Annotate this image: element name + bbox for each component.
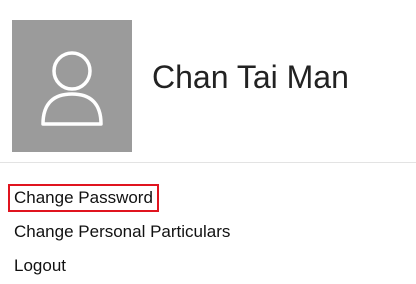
menu-item-logout: Logout	[8, 250, 236, 284]
user-outline-icon	[37, 44, 107, 128]
logout-link[interactable]: Logout	[8, 252, 72, 280]
account-menu: Change Password Change Personal Particul…	[8, 182, 236, 284]
profile-header: Chan Tai Man	[0, 0, 416, 163]
menu-item-change-personal-particulars: Change Personal Particulars	[8, 216, 236, 250]
user-name: Chan Tai Man	[152, 59, 349, 95]
change-personal-particulars-link[interactable]: Change Personal Particulars	[8, 218, 236, 246]
avatar	[12, 20, 132, 152]
change-password-link[interactable]: Change Password	[8, 184, 159, 212]
menu-item-change-password: Change Password	[8, 182, 236, 216]
